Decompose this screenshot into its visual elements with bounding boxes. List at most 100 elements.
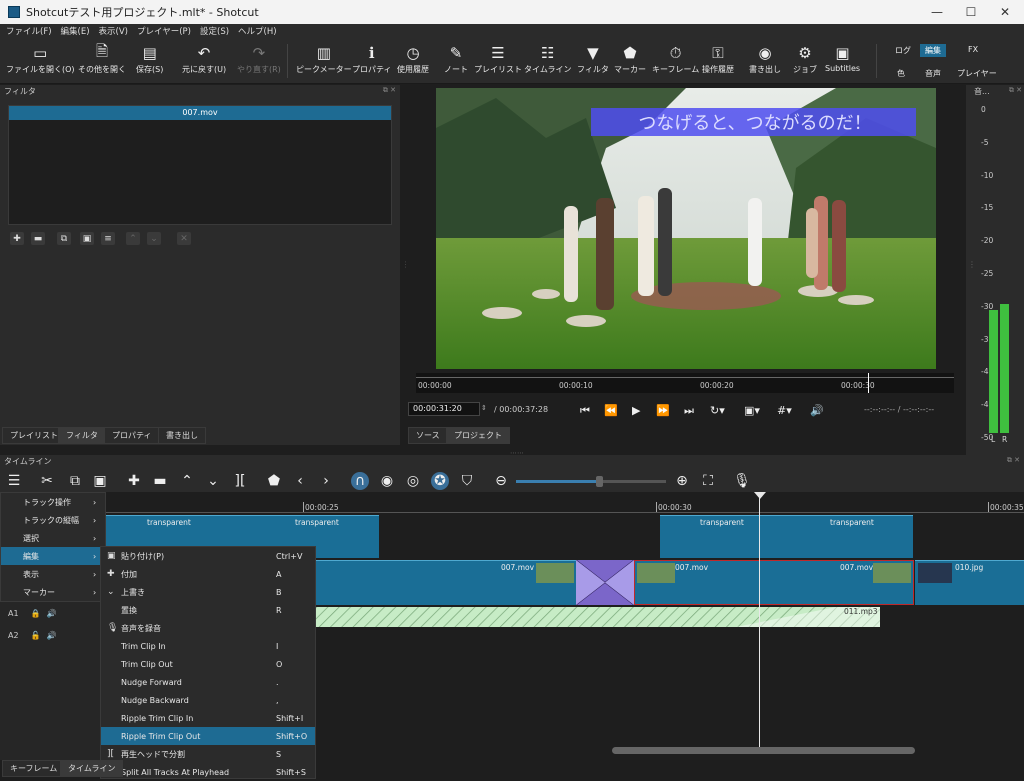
layout-audio-tab[interactable]: 音声 (920, 67, 946, 80)
volume-button[interactable]: 🔊 (810, 404, 824, 417)
edit-menu-item[interactable]: Trim Clip In I (101, 637, 315, 655)
timeline-button[interactable]: ☷ タイムライン (524, 42, 571, 75)
menu-settings[interactable]: 設定(S) (200, 25, 229, 37)
edit-menu-item[interactable]: 🎙 音声を録音 (101, 619, 315, 637)
remove-filter-button[interactable]: ▬ (31, 232, 45, 245)
tab-timeline[interactable]: タイムライン (60, 760, 124, 777)
layout-player-tab[interactable]: プレイヤー (952, 67, 1002, 80)
tab-playlist[interactable]: プレイリスト (2, 427, 66, 444)
zoom-slider[interactable] (516, 476, 666, 487)
undo-button[interactable]: ↶ 元に戻す(U) (182, 42, 226, 75)
split-button[interactable]: ][ (231, 472, 249, 490)
timeline-clip[interactable]: 007.mov (316, 560, 576, 605)
ripple-markers-button[interactable]: ⛉ (458, 472, 476, 490)
menu-item-edit[interactable]: 編集 › (1, 547, 105, 565)
add-filter-button[interactable]: ✚ (10, 232, 24, 245)
splitter-handle[interactable]: ⋮ (968, 260, 976, 269)
edit-menu-item[interactable]: ][再生ヘッドで分割 S (101, 745, 315, 763)
edit-menu-item[interactable]: Ripple Trim Clip Out Shift+O (101, 727, 315, 745)
save-preset-button[interactable]: ≡ (101, 232, 115, 245)
ripple-all-tracks-button[interactable]: ✪ (431, 472, 449, 490)
grid-button[interactable]: #▾ (777, 404, 792, 417)
edit-menu-item[interactable]: ✚ 付加 A (101, 565, 315, 583)
zoom-button[interactable]: ▣▾ (744, 404, 760, 417)
tab-properties[interactable]: プロパティ (104, 427, 160, 444)
layout-logging-tab[interactable]: ログ (890, 44, 916, 57)
skip-next-button[interactable]: ⏭ (684, 404, 694, 418)
playhead-marker[interactable] (754, 492, 766, 499)
overwrite-button[interactable]: ⌄ (204, 472, 222, 490)
track-header-a2[interactable]: A2 🔓 🔊 (8, 631, 57, 640)
move-filter-up-button[interactable]: ⌃ (126, 232, 140, 245)
timeline-playhead[interactable] (759, 492, 760, 748)
edit-menu-item[interactable]: 置換 R (101, 601, 315, 619)
ripple-delete-button[interactable]: ▬ (151, 472, 169, 490)
export-button[interactable]: ◉ 書き出し (749, 42, 781, 75)
open-file-button[interactable]: ▭ ファイルを開く(O) (6, 42, 75, 75)
notes-button[interactable]: ✎ ノート (444, 42, 468, 75)
tab-filters[interactable]: フィルタ (58, 427, 106, 444)
close-button[interactable]: ✕ (988, 0, 1022, 24)
timeline-scrollbar-thumb[interactable] (612, 747, 915, 754)
timeline-clip-selected[interactable]: 007.mov 007.mov (634, 560, 914, 605)
record-audio-button[interactable]: 🎙 (733, 472, 751, 490)
mute-icon[interactable]: 🔊 (47, 609, 57, 618)
maximize-button[interactable]: ☐ (954, 0, 988, 24)
open-other-button[interactable]: 🗎 その他を開く (78, 42, 126, 75)
layout-editing-tab[interactable]: 編集 (920, 44, 946, 57)
menu-player[interactable]: プレイヤー(P) (137, 25, 191, 37)
playlist-button[interactable]: ☰ プレイリスト (474, 42, 522, 75)
zoom-fit-button[interactable]: ⛶ (699, 472, 717, 490)
action-history-button[interactable]: ⚿ 操作履歴 (702, 42, 734, 75)
transition-clip[interactable] (576, 560, 634, 605)
edit-menu-item[interactable]: ▣ 貼り付け(P) Ctrl+V (101, 547, 315, 565)
position-timecode-input[interactable]: 00:00:31:20 (408, 402, 480, 416)
play-button[interactable]: ▶ (632, 404, 640, 417)
player-ruler[interactable]: 00:00:00 00:00:10 00:00:20 00:00:30 (416, 373, 954, 393)
menu-item-view[interactable]: 表示 › (1, 565, 105, 583)
history-button[interactable]: ◷ 使用履歴 (397, 42, 429, 75)
menu-item-marker[interactable]: マーカー › (1, 583, 105, 601)
edit-menu-item[interactable]: ⌄ 上書き B (101, 583, 315, 601)
next-marker-button[interactable]: › (317, 472, 335, 490)
peak-meter-button[interactable]: ▥ ピークメーター (296, 42, 352, 75)
copy-button[interactable]: ⧉ (66, 472, 84, 490)
copy-filter-button[interactable]: ⧉ (57, 232, 71, 245)
marker-button[interactable]: ⬟ マーカー (614, 42, 646, 75)
jobs-button[interactable]: ⚙ ジョブ (793, 42, 817, 75)
loop-button[interactable]: ↻▾ (710, 404, 725, 417)
paste-filter-button[interactable]: ▣ (80, 232, 94, 245)
subtitles-button[interactable]: ▣ Subtitles (825, 42, 860, 73)
filter-list[interactable]: 007.mov (8, 105, 392, 225)
zoom-slider-handle[interactable] (595, 476, 603, 487)
player-playhead[interactable] (867, 373, 869, 393)
tab-export[interactable]: 書き出し (158, 427, 206, 444)
timeline-clip[interactable]: 010.jpg (915, 560, 1024, 605)
cut-button[interactable]: ✂ (38, 472, 56, 490)
skip-previous-button[interactable]: ⏮ (580, 404, 590, 418)
edit-menu-item[interactable]: Split All Tracks At Playhead Shift+S (101, 763, 315, 781)
minimize-button[interactable]: — (920, 0, 954, 24)
timecode-spinner[interactable]: ⇕ (481, 404, 487, 412)
redo-button[interactable]: ↷ やり直す(R) (237, 42, 281, 75)
save-button[interactable]: ▤ 保存(S) (136, 42, 163, 75)
timeline-menu-button[interactable]: ☰ (5, 472, 23, 490)
mute-icon[interactable]: 🔊 (47, 631, 57, 640)
zoom-out-button[interactable]: ⊖ (492, 472, 510, 490)
edit-menu-item[interactable]: Nudge Backward, (101, 691, 315, 709)
filter-button[interactable]: ▼ フィルタ (577, 42, 609, 75)
fast-forward-button[interactable]: ⏩ (656, 404, 670, 417)
add-marker-button[interactable]: ⬟ (265, 472, 283, 490)
timeline-ruler[interactable]: 00:00:25 00:00:30 00:00:35 (106, 492, 1024, 514)
audio-clip[interactable] (316, 607, 880, 627)
track-header-a1[interactable]: A1 🔒 🔊 (8, 609, 57, 618)
edit-menu-item[interactable]: Nudge Forward. (101, 673, 315, 691)
timeline-clip[interactable]: transparent transparent (660, 515, 913, 558)
tab-source[interactable]: ソース (408, 427, 448, 444)
deselect-filter-button[interactable]: ✕ (177, 232, 191, 245)
layout-fx-tab[interactable]: FX (963, 44, 983, 55)
properties-button[interactable]: ℹ プロパティ (352, 42, 392, 75)
edit-menu-item[interactable]: Trim Clip Out O (101, 655, 315, 673)
menu-item-track-operations[interactable]: トラック操作 › (1, 493, 105, 511)
lift-button[interactable]: ⌃ (178, 472, 196, 490)
